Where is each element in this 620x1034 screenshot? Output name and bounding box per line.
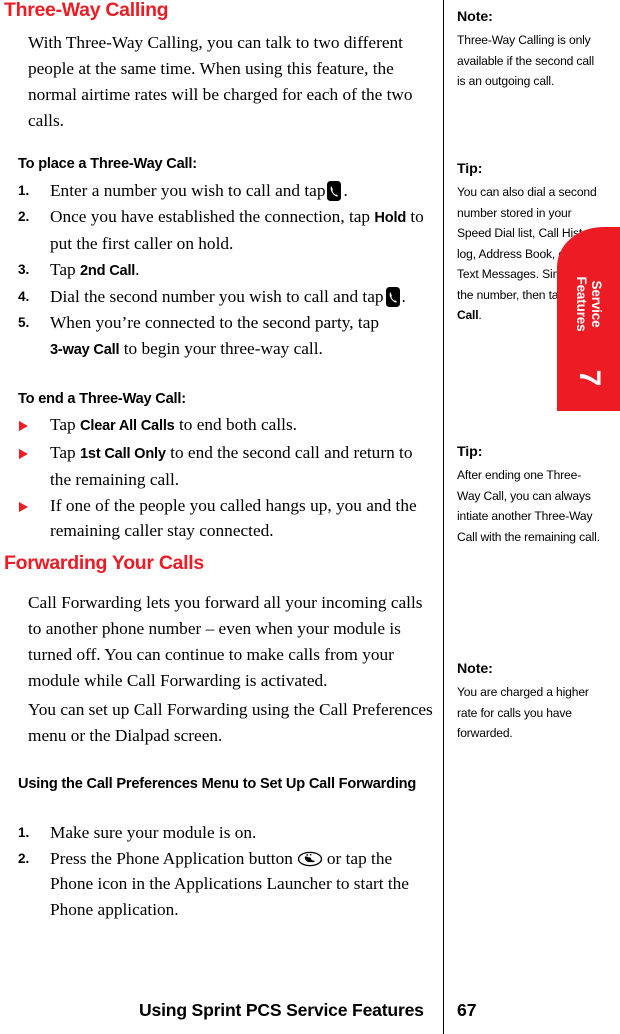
section-heading-three-way-calling: Three-Way Calling	[4, 0, 169, 21]
chapter-tab-number: 7	[572, 369, 606, 387]
procedure-list-end-call: Tap Clear All Calls to end both calls. T…	[18, 412, 436, 544]
step-number: 1.	[18, 183, 30, 198]
ui-term-1st-call-only: 1st Call Only	[80, 445, 166, 462]
procedure-list-call-preferences: 1. Make sure your module is on. 2. Press…	[18, 820, 436, 922]
ui-term-3-way-call: 3-way Call	[50, 341, 120, 358]
chapter-tab-label-line2: Features	[573, 276, 589, 332]
step-number: 3.	[18, 261, 30, 277]
step-number: 5.	[18, 314, 30, 330]
list-item: 5. When you’re connected to the second p…	[18, 310, 436, 363]
margin-tip-body: After ending one Three-Way Call, you can…	[457, 468, 600, 544]
step-text: Enter a number you wish to call and tap	[50, 181, 326, 200]
subheading-using-call-preferences-menu: Using the Call Preferences Menu to Set U…	[18, 776, 417, 792]
step-number: 2.	[18, 208, 30, 224]
bullet-text: If one of the people you called hangs up…	[50, 495, 417, 541]
chapter-tab-label-line1: Service	[588, 280, 604, 328]
step-text-after: .	[135, 259, 140, 279]
step-text: Once you have established the connection…	[50, 206, 371, 226]
step-text-after: .	[401, 287, 406, 307]
margin-note-body: Three-Way Calling is only available if t…	[457, 33, 594, 88]
margin-note-2: Note: You are charged a higher rate for …	[457, 660, 603, 744]
margin-tip-heading: Tip:	[457, 161, 483, 177]
list-item: Tap Clear All Calls to end both calls.	[18, 412, 436, 440]
margin-note-heading: Note:	[457, 661, 493, 677]
subheading-to-place-a-three-way-call: To place a Three-Way Call:	[18, 156, 197, 172]
list-item: 1. Make sure your module is on.	[18, 820, 436, 846]
list-item: Tap 1st Call Only to end the second call…	[18, 440, 436, 493]
intro-paragraph-three-way: With Three-Way Calling, you can talk to …	[28, 33, 413, 130]
ui-term-hold: Hold	[374, 209, 407, 226]
procedure-list-place-call: 1. Enter a number you wish to call and t…	[18, 178, 436, 363]
chapter-tab-label: Service Features	[574, 276, 604, 331]
forwarding-paragraph-1: Call Forwarding lets you forward all you…	[28, 593, 423, 690]
margin-tip-heading: Tip:	[457, 444, 483, 460]
list-item: 3. Tap 2nd Call.	[18, 257, 436, 285]
page-footer: Using Sprint PCS Service Features 67	[0, 992, 620, 1034]
forwarding-paragraph-2: You can set up Call Forwarding using the…	[28, 700, 433, 745]
step-text-after: .	[343, 181, 348, 200]
footer-title: Using Sprint PCS Service Features	[139, 1000, 424, 1020]
step-number: 2.	[18, 850, 30, 866]
step-number: 4.	[18, 289, 30, 305]
section-heading-forwarding-your-calls: Forwarding Your Calls	[4, 552, 204, 574]
page-number: 67	[457, 1000, 477, 1020]
triangle-bullet-icon	[19, 421, 28, 431]
margin-tip-body-after: .	[478, 308, 482, 322]
column-divider-rule	[443, 0, 445, 1034]
step-number: 1.	[18, 825, 30, 840]
manual-page: Three-Way Calling With Three-Way Calling…	[0, 0, 620, 1034]
list-item: 2. Press the Phone Application button or …	[18, 846, 436, 923]
phone-application-button-icon	[297, 851, 323, 867]
subheading-to-end-a-three-way-call: To end a Three-Way Call:	[18, 391, 186, 407]
main-content-column: Three-Way Calling With Three-Way Calling…	[0, 0, 443, 975]
ui-term-2nd-call: 2nd Call	[80, 262, 136, 279]
margin-note-body: You are charged a higher rate for calls …	[457, 685, 589, 740]
list-item: 2. Once you have established the connect…	[18, 204, 436, 257]
margin-note-1: Note: Three-Way Calling is only availabl…	[457, 8, 603, 92]
phone-key-icon	[327, 181, 342, 201]
step-text: When you’re connected to the second part…	[50, 312, 380, 332]
bullet-text: Tap	[50, 442, 76, 462]
triangle-bullet-icon	[19, 501, 28, 512]
ui-term-clear-all-calls: Clear All Calls	[80, 418, 175, 434]
footer-divider-rule	[443, 992, 445, 1034]
triangle-bullet-icon	[19, 448, 28, 459]
list-item: 1. Enter a number you wish to call and t…	[18, 178, 436, 204]
bullet-text-after: to end both calls.	[178, 415, 298, 434]
step-text-after: to begin your three-way call.	[123, 338, 323, 358]
step-text: Dial the second number you wish to call …	[50, 287, 384, 307]
bullet-text: Tap	[50, 415, 76, 434]
margin-note-heading: Note:	[457, 9, 493, 25]
phone-key-icon	[385, 287, 400, 308]
step-text: Press the Phone Application button	[50, 848, 293, 868]
list-item: If one of the people you called hangs up…	[18, 493, 436, 544]
step-text: Tap	[50, 259, 76, 279]
step-text: Make sure your module is on.	[50, 823, 257, 842]
margin-tip-2: Tip: After ending one Three-Way Call, yo…	[457, 443, 603, 547]
chapter-tab: Service Features 7	[557, 227, 620, 411]
list-item: 4. Dial the second number you wish to ca…	[18, 284, 436, 310]
